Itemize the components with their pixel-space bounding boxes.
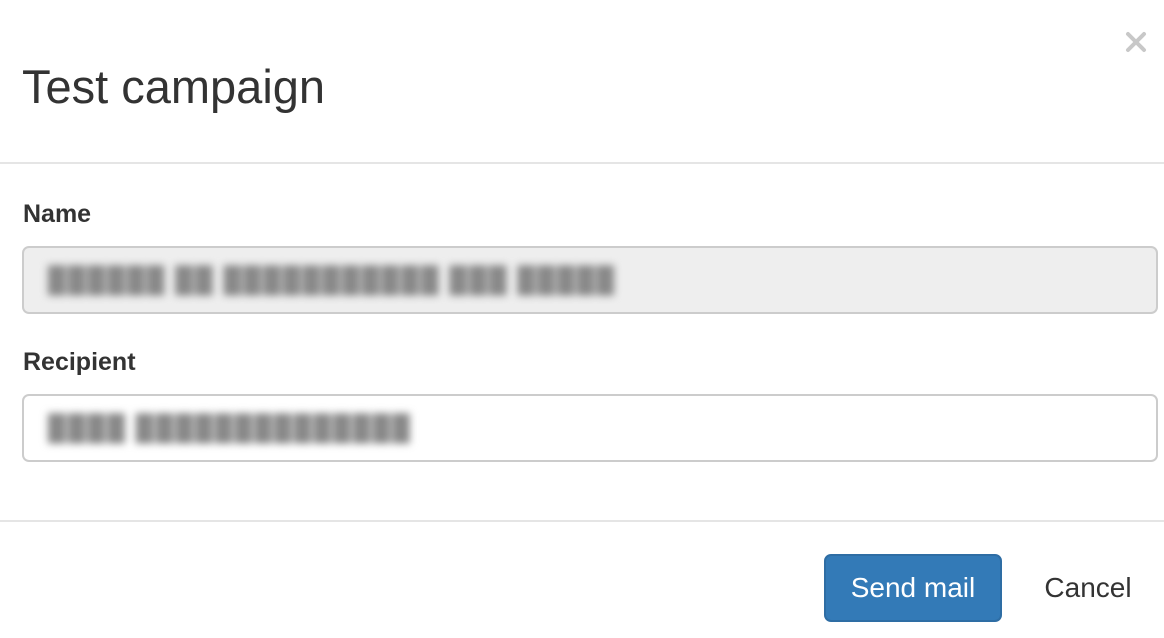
cancel-button[interactable]: Cancel <box>1030 554 1146 622</box>
name-value: ██████ ██ ███████████ ███ █████ <box>48 265 617 294</box>
recipient-field[interactable]: ████ ██████████████ <box>22 394 1158 462</box>
close-icon <box>1126 32 1146 52</box>
dialog-header: Test campaign <box>0 0 1164 164</box>
dialog-footer: Send mail Cancel <box>0 522 1164 638</box>
test-campaign-dialog: Test campaign Name ██████ ██ ███████████… <box>0 0 1164 638</box>
dialog-title: Test campaign <box>22 60 326 113</box>
send-mail-button[interactable]: Send mail <box>824 554 1002 622</box>
recipient-value: ████ ██████████████ <box>48 413 412 442</box>
name-field[interactable]: ██████ ██ ███████████ ███ █████ <box>22 246 1158 314</box>
recipient-label: Recipient <box>23 348 136 376</box>
name-label: Name <box>23 200 92 228</box>
close-button[interactable] <box>1116 22 1156 62</box>
dialog-body: Name ██████ ██ ███████████ ███ █████ Rec… <box>0 164 1164 522</box>
